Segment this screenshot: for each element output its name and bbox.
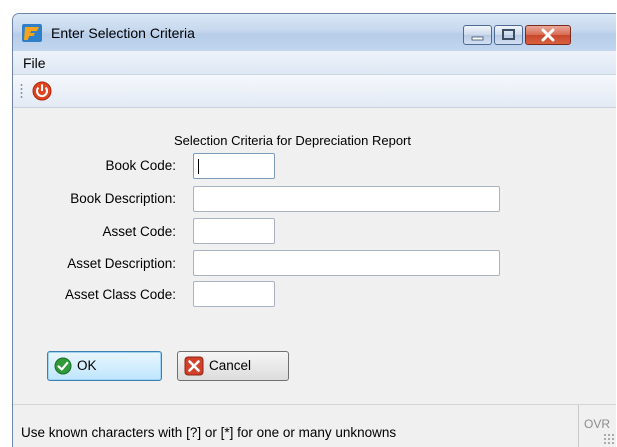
- cancel-button-label: Cancel: [209, 358, 252, 373]
- asset-class-code-input[interactable]: [193, 281, 275, 307]
- maximize-icon: [502, 29, 515, 40]
- asset-class-code-label: Asset Class Code:: [64, 287, 176, 302]
- asset-code-label: Asset Code:: [102, 224, 176, 239]
- cancel-button[interactable]: Cancel: [177, 351, 289, 381]
- form-title: Selection Criteria for Depreciation Repo…: [174, 133, 411, 148]
- asset-description-label: Asset Description:: [67, 256, 176, 271]
- window-title: Enter Selection Criteria: [51, 25, 195, 41]
- ok-button[interactable]: OK: [47, 351, 162, 381]
- asset-description-input[interactable]: [193, 250, 500, 276]
- book-code-label: Book Code:: [105, 158, 176, 173]
- exit-button[interactable]: [30, 80, 54, 102]
- book-description-label: Book Description:: [70, 191, 176, 206]
- book-description-input[interactable]: [193, 186, 500, 212]
- title-bar[interactable]: Enter Selection Criteria: [13, 14, 616, 51]
- close-button[interactable]: [525, 25, 571, 45]
- book-code-input[interactable]: [193, 153, 275, 179]
- maximize-button[interactable]: [494, 25, 523, 45]
- checkmark-icon: [54, 357, 72, 375]
- toolbar-grip[interactable]: [20, 83, 23, 99]
- app-icon: [22, 24, 42, 42]
- status-bar: Use known characters with [?] or [*] for…: [13, 404, 616, 447]
- overwrite-mode-indicator: OVR: [584, 417, 611, 431]
- minimize-icon: [471, 36, 484, 41]
- resize-grip-icon[interactable]: [603, 433, 615, 445]
- toolbar: [13, 75, 616, 108]
- minimize-button[interactable]: [463, 25, 492, 45]
- menu-bar: File: [13, 51, 616, 75]
- close-icon: [541, 28, 555, 42]
- ok-button-label: OK: [77, 358, 97, 373]
- text-cursor: [198, 159, 199, 174]
- dialog-window: Enter Selection Criteria File Selection …: [12, 13, 616, 447]
- cancel-icon: [184, 356, 204, 376]
- power-icon: [32, 81, 52, 101]
- asset-code-input[interactable]: [193, 218, 275, 244]
- status-separator: [578, 405, 579, 447]
- status-hint: Use known characters with [?] or [*] for…: [21, 425, 397, 440]
- menu-file[interactable]: File: [23, 55, 46, 71]
